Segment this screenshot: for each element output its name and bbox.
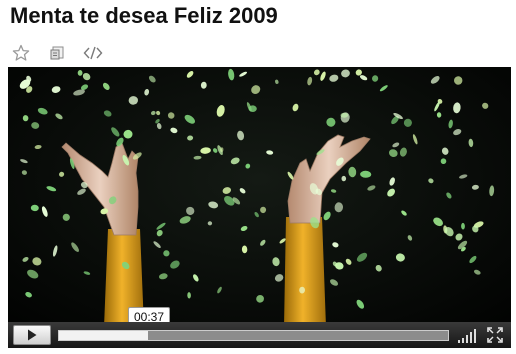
video-player[interactable]: 00:37 [8,67,511,348]
confetti-piece [207,221,213,226]
video-toolbar [10,42,118,64]
seek-bar[interactable] [58,330,449,341]
embed-code-icon [83,46,103,60]
fullscreen-icon[interactable] [487,327,503,343]
star-icon [12,44,30,61]
play-button[interactable] [13,325,51,345]
share-icon [50,46,64,60]
seek-progress [59,331,149,340]
player-controls [8,322,511,348]
volume-bars-icon[interactable] [457,328,481,343]
favorite-button[interactable] [10,42,32,64]
video-title: Menta te desea Feliz 2009 [10,3,278,28]
video-frame [8,67,511,348]
share-button[interactable] [46,42,68,64]
confetti-piece [77,70,83,76]
play-icon [28,329,37,341]
embed-button[interactable] [82,42,104,64]
